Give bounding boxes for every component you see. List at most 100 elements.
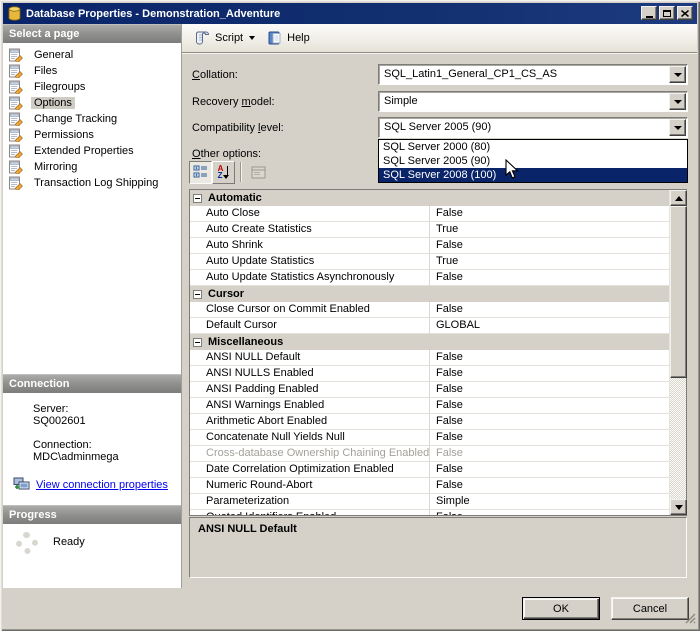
sidebar-item-label: Extended Properties — [34, 145, 134, 157]
progress-header: Progress — [3, 505, 181, 524]
property-value: True — [430, 222, 669, 238]
connection-properties-icon — [13, 477, 30, 492]
close-button[interactable] — [677, 6, 693, 20]
categorized-button[interactable] — [189, 160, 212, 184]
sidebar-item-files[interactable]: Files — [3, 63, 181, 79]
sidebar-item-change-tracking[interactable]: Change Tracking — [3, 111, 181, 127]
recovery-model-combobox[interactable]: Simple — [378, 91, 688, 112]
property-name: Numeric Round-Abort — [190, 478, 430, 494]
property-name: Concatenate Null Yields Null — [190, 430, 430, 446]
property-row[interactable]: ANSI NULL Default False — [190, 350, 669, 366]
chevron-down-icon — [673, 73, 682, 77]
connection-panel: Server: SQ002601 Connection: MDC\adminme… — [3, 393, 181, 505]
view-connection-properties-link[interactable]: View connection properties — [36, 479, 168, 491]
property-row[interactable]: Numeric Round-Abort False — [190, 478, 669, 494]
content-divider — [182, 52, 697, 54]
property-row[interactable]: Parameterization Simple — [190, 494, 669, 510]
sidebar-item-extended-properties[interactable]: Extended Properties — [3, 143, 181, 159]
page-pencil-icon — [9, 160, 25, 174]
property-row[interactable]: ANSI Padding Enabled False — [190, 382, 669, 398]
grid-scrollbar[interactable] — [669, 190, 687, 515]
property-row[interactable]: Auto Update Statistics Asynchronously Fal… — [190, 270, 669, 286]
sort-az-icon: AZ — [218, 165, 230, 180]
maximize-button[interactable] — [659, 6, 675, 20]
dropdown-option[interactable]: SQL Server 2008 (100) — [379, 168, 687, 182]
property-row[interactable]: ANSI Warnings Enabled False — [190, 398, 669, 414]
help-icon — [268, 31, 281, 45]
connection-header: Connection — [3, 374, 181, 393]
alphabetical-sort-button[interactable]: AZ — [212, 160, 235, 184]
database-icon — [8, 6, 21, 21]
grid-category-row[interactable]: Automatic — [190, 190, 669, 206]
property-row[interactable]: Default Cursor GLOBAL — [190, 318, 669, 334]
property-row[interactable]: Close Cursor on Commit Enabled False — [190, 302, 669, 318]
property-grid-rows: Automatic Auto Close False Auto Create Stat… — [190, 190, 669, 515]
property-value: False — [430, 510, 669, 515]
collation-label: Collation: — [192, 69, 238, 81]
property-row[interactable]: Auto Create Statistics True — [190, 222, 669, 238]
compatibility-level-dropdown-button[interactable] — [669, 119, 686, 136]
grid-category-row[interactable]: Miscellaneous — [190, 334, 669, 350]
sidebar-item-filegroups[interactable]: Filegroups — [3, 79, 181, 95]
collapse-icon[interactable] — [193, 289, 202, 299]
cancel-button[interactable]: Cancel — [611, 597, 689, 620]
minimize-button[interactable] — [641, 6, 657, 20]
dropdown-option[interactable]: SQL Server 2000 (80) — [379, 140, 687, 154]
property-name: Auto Close — [190, 206, 430, 222]
property-row[interactable]: Auto Close False — [190, 206, 669, 222]
toolbar-separator — [240, 162, 242, 182]
sidebar-item-general[interactable]: General — [3, 47, 181, 63]
script-button[interactable]: Script — [188, 28, 261, 48]
property-value: False — [430, 478, 669, 494]
script-icon — [196, 31, 210, 45]
collapse-icon[interactable] — [193, 337, 202, 347]
property-row[interactable]: Auto Update Statistics True — [190, 254, 669, 270]
property-row[interactable]: Date Correlation Optimization Enabled Fal… — [190, 462, 669, 478]
compatibility-level-combobox[interactable]: SQL Server 2005 (90) — [378, 117, 688, 138]
page-pencil-icon — [9, 96, 25, 110]
connection-value: MDC\adminmega — [33, 451, 119, 463]
property-name: Auto Update Statistics — [190, 254, 430, 270]
scroll-up-button[interactable] — [670, 190, 687, 206]
property-value: False — [430, 350, 669, 366]
property-name: Auto Shrink — [190, 238, 430, 254]
dropdown-option[interactable]: SQL Server 2005 (90) — [379, 154, 687, 168]
property-name: Auto Create Statistics — [190, 222, 430, 238]
ok-button[interactable]: OK — [522, 597, 600, 620]
categorized-icon — [193, 165, 207, 178]
titlebar[interactable]: Database Properties - Demonstration_Adve… — [3, 3, 697, 24]
grid-category-row[interactable]: Cursor — [190, 286, 669, 302]
sidebar-item-transaction-log-shipping[interactable]: Transaction Log Shipping — [3, 175, 181, 191]
grid-category-label: Automatic — [208, 192, 262, 204]
property-row[interactable]: Auto Shrink False — [190, 238, 669, 254]
property-row[interactable]: ANSI NULLS Enabled False — [190, 366, 669, 382]
recovery-model-dropdown-button[interactable] — [669, 93, 686, 110]
property-value: Simple — [430, 494, 669, 510]
sidebar-item-label: Mirroring — [34, 161, 78, 173]
collapse-icon[interactable] — [193, 193, 202, 203]
property-value: GLOBAL — [430, 318, 669, 334]
sidebar-item-permissions[interactable]: Permissions — [3, 127, 181, 143]
close-icon — [681, 9, 689, 17]
property-row[interactable]: Quoted Identifiers EnabledFalse — [190, 510, 669, 515]
scrollbar-thumb[interactable] — [670, 206, 687, 378]
property-row[interactable]: Cross-database Ownership Chaining Enable… — [190, 446, 669, 462]
collation-dropdown-button[interactable] — [669, 66, 686, 83]
property-name: ANSI Warnings Enabled — [190, 398, 430, 414]
property-name: Close Cursor on Commit Enabled — [190, 302, 430, 318]
compatibility-level-dropdown-list: SQL Server 2000 (80) SQL Server 2005 (90)… — [378, 139, 688, 183]
property-name: Parameterization — [190, 494, 430, 510]
help-button[interactable]: Help — [261, 28, 316, 48]
sidebar-item-mirroring[interactable]: Mirroring — [3, 159, 181, 175]
property-row[interactable]: Arithmetic Abort Enabled False — [190, 414, 669, 430]
property-value: False — [430, 414, 669, 430]
main-toolbar: Script Help — [182, 24, 697, 52]
resize-grip[interactable] — [684, 612, 696, 627]
property-value: False — [430, 462, 669, 478]
scroll-down-button[interactable] — [670, 499, 687, 515]
sidebar-item-options[interactable]: Options — [3, 95, 181, 111]
collation-combobox[interactable]: SQL_Latin1_General_CP1_CS_AS — [378, 64, 688, 85]
compatibility-level-label: Compatibility level: — [192, 122, 284, 134]
property-row[interactable]: Concatenate Null Yields Null False — [190, 430, 669, 446]
collation-value: SQL_Latin1_General_CP1_CS_AS — [384, 68, 558, 80]
